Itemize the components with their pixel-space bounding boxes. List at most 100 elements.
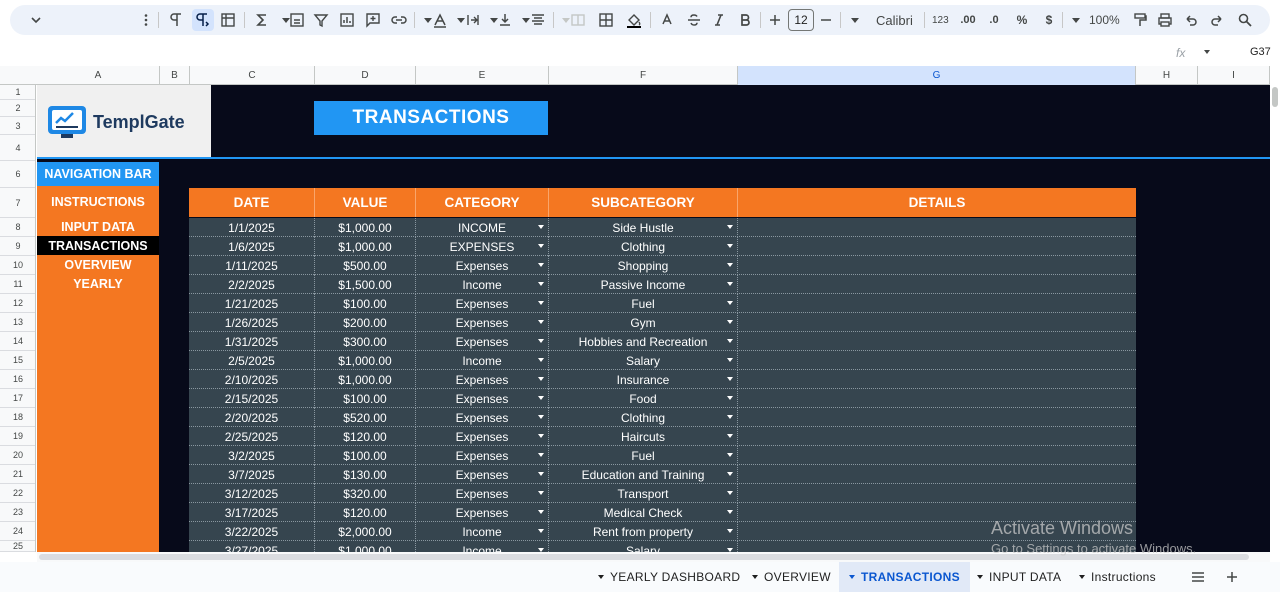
caret-down-icon[interactable] xyxy=(977,575,983,579)
cell-subcategory[interactable]: Insurance xyxy=(549,370,738,389)
dropdown-arrow-icon[interactable] xyxy=(727,529,733,533)
cell-date[interactable]: 1/1/2025 xyxy=(189,218,315,237)
dropdown-arrow-icon[interactable] xyxy=(538,263,544,267)
cell-subcategory[interactable]: Rent from property xyxy=(549,522,738,541)
dropdown-arrow-icon[interactable] xyxy=(538,320,544,324)
vertical-scrollbar[interactable] xyxy=(1270,85,1280,552)
cell-category[interactable]: Expenses xyxy=(416,446,549,465)
row-header[interactable]: 25 xyxy=(0,541,35,552)
cell-date[interactable]: 2/15/2025 xyxy=(189,389,315,408)
cell-date[interactable]: 2/5/2025 xyxy=(189,351,315,370)
dropdown-arrow-icon[interactable] xyxy=(538,301,544,305)
cell-value[interactable]: $300.00 xyxy=(315,332,416,351)
cell-value[interactable]: $120.00 xyxy=(315,503,416,522)
column-header[interactable]: A xyxy=(37,66,160,85)
dropdown-arrow-icon[interactable] xyxy=(538,225,544,229)
row-header[interactable]: 14 xyxy=(0,332,35,351)
dropdown-arrow-icon[interactable] xyxy=(727,434,733,438)
row-header[interactable]: 7 xyxy=(0,188,35,218)
zoom-select[interactable]: 100% xyxy=(1089,9,1120,31)
dropdown-arrow-icon[interactable] xyxy=(538,434,544,438)
table-row[interactable]: 1/21/2025 $100.00 Expenses Fuel xyxy=(189,294,1136,313)
dropdown-arrow-icon[interactable] xyxy=(538,453,544,457)
cell-category[interactable]: INCOME xyxy=(416,218,549,237)
italic-icon[interactable] xyxy=(711,9,727,31)
table-row[interactable]: 1/6/2025 $1,000.00 EXPENSES Clothing xyxy=(189,237,1136,256)
row-header[interactable]: 23 xyxy=(0,503,35,522)
nav-item-transactions[interactable]: TRANSACTIONS xyxy=(37,236,159,255)
cell-subcategory[interactable]: Shopping xyxy=(549,256,738,275)
nav-item-input-data[interactable]: INPUT DATA xyxy=(37,217,159,236)
caret-down-icon[interactable] xyxy=(1068,9,1084,31)
cell-category[interactable]: Income xyxy=(416,351,549,370)
insert-chart-icon[interactable] xyxy=(339,9,355,31)
cell-value[interactable]: $520.00 xyxy=(315,408,416,427)
cell-category[interactable]: Expenses xyxy=(416,370,549,389)
row-header[interactable]: 10 xyxy=(0,256,35,275)
row-header[interactable]: 16 xyxy=(0,370,35,389)
column-header[interactable]: I xyxy=(1198,66,1270,85)
caret-down-icon[interactable] xyxy=(598,575,604,579)
cell-details[interactable] xyxy=(738,332,1136,351)
cell-date[interactable]: 2/10/2025 xyxy=(189,370,315,389)
table-row[interactable]: 3/7/2025 $130.00 Expenses Education and Tra… xyxy=(189,465,1136,484)
merge-cells-icon[interactable] xyxy=(570,9,586,31)
cell-details[interactable] xyxy=(738,313,1136,332)
cell-category[interactable]: Expenses xyxy=(416,256,549,275)
cell-value[interactable]: $100.00 xyxy=(315,294,416,313)
cell-value[interactable]: $320.00 xyxy=(315,484,416,503)
font-size-input[interactable]: 12 xyxy=(788,9,814,31)
row-header[interactable]: 21 xyxy=(0,465,35,484)
text-wrap-icon[interactable] xyxy=(465,9,481,31)
cell-value[interactable]: $1,500.00 xyxy=(315,275,416,294)
table-row[interactable]: 1/31/2025 $300.00 Expenses Hobbies and Recr… xyxy=(189,332,1136,351)
dropdown-arrow-icon[interactable] xyxy=(727,472,733,476)
row-header[interactable]: 2 xyxy=(0,100,35,117)
cell-details[interactable] xyxy=(738,370,1136,389)
cell-subcategory[interactable]: Hobbies and Recreation xyxy=(549,332,738,351)
cell-date[interactable]: 3/27/2025 xyxy=(189,541,315,552)
more-vert-icon[interactable] xyxy=(138,9,154,31)
cell-value[interactable]: $120.00 xyxy=(315,427,416,446)
dropdown-arrow-icon[interactable] xyxy=(538,491,544,495)
row-header[interactable]: 18 xyxy=(0,408,35,427)
row-header[interactable]: 13 xyxy=(0,313,35,332)
dropdown-arrow-icon[interactable] xyxy=(727,225,733,229)
cell-details[interactable] xyxy=(738,389,1136,408)
table-row[interactable]: 1/26/2025 $200.00 Expenses Gym xyxy=(189,313,1136,332)
dropdown-arrow-icon[interactable] xyxy=(727,396,733,400)
dropdown-arrow-icon[interactable] xyxy=(727,510,733,514)
row-header[interactable]: 22 xyxy=(0,484,35,503)
cell-subcategory[interactable]: Clothing xyxy=(549,237,738,256)
add-sheet-icon[interactable] xyxy=(1220,562,1244,592)
caret-down-icon[interactable] xyxy=(752,575,758,579)
dropdown-arrow-icon[interactable] xyxy=(538,282,544,286)
cell-details[interactable] xyxy=(738,275,1136,294)
dropdown-arrow-icon[interactable] xyxy=(727,301,733,305)
cell-category[interactable]: Income xyxy=(416,275,549,294)
table-row[interactable]: 1/11/2025 $500.00 Expenses Shopping xyxy=(189,256,1136,275)
table-row[interactable]: 2/5/2025 $1,000.00 Income Salary xyxy=(189,351,1136,370)
cell-value[interactable]: $1,000.00 xyxy=(315,351,416,370)
caret-down-icon[interactable] xyxy=(849,575,855,579)
cell-category[interactable]: Income xyxy=(416,522,549,541)
cell-subcategory[interactable]: Salary xyxy=(549,351,738,370)
cell-value[interactable]: $100.00 xyxy=(315,446,416,465)
text-rotation-icon[interactable] xyxy=(432,9,448,31)
cell-details[interactable] xyxy=(738,465,1136,484)
dropdown-arrow-icon[interactable] xyxy=(727,244,733,248)
dropdown-arrow-icon[interactable] xyxy=(727,339,733,343)
row-header[interactable]: 15 xyxy=(0,351,35,370)
scrollbar-thumb[interactable] xyxy=(1272,87,1278,107)
cell-date[interactable]: 1/11/2025 xyxy=(189,256,315,275)
cell-category[interactable]: Expenses xyxy=(416,389,549,408)
cell-category[interactable]: Income xyxy=(416,541,549,552)
cell-subcategory[interactable]: Side Hustle xyxy=(549,218,738,237)
redo-icon[interactable] xyxy=(1209,9,1225,31)
borders-icon[interactable] xyxy=(598,9,614,31)
tab-input-data[interactable]: INPUT DATA xyxy=(967,562,1071,592)
cell-value[interactable]: $1,000.00 xyxy=(315,541,416,552)
cell-details[interactable] xyxy=(738,427,1136,446)
horizontal-align-icon[interactable] xyxy=(530,9,546,31)
cell-category[interactable]: Expenses xyxy=(416,465,549,484)
